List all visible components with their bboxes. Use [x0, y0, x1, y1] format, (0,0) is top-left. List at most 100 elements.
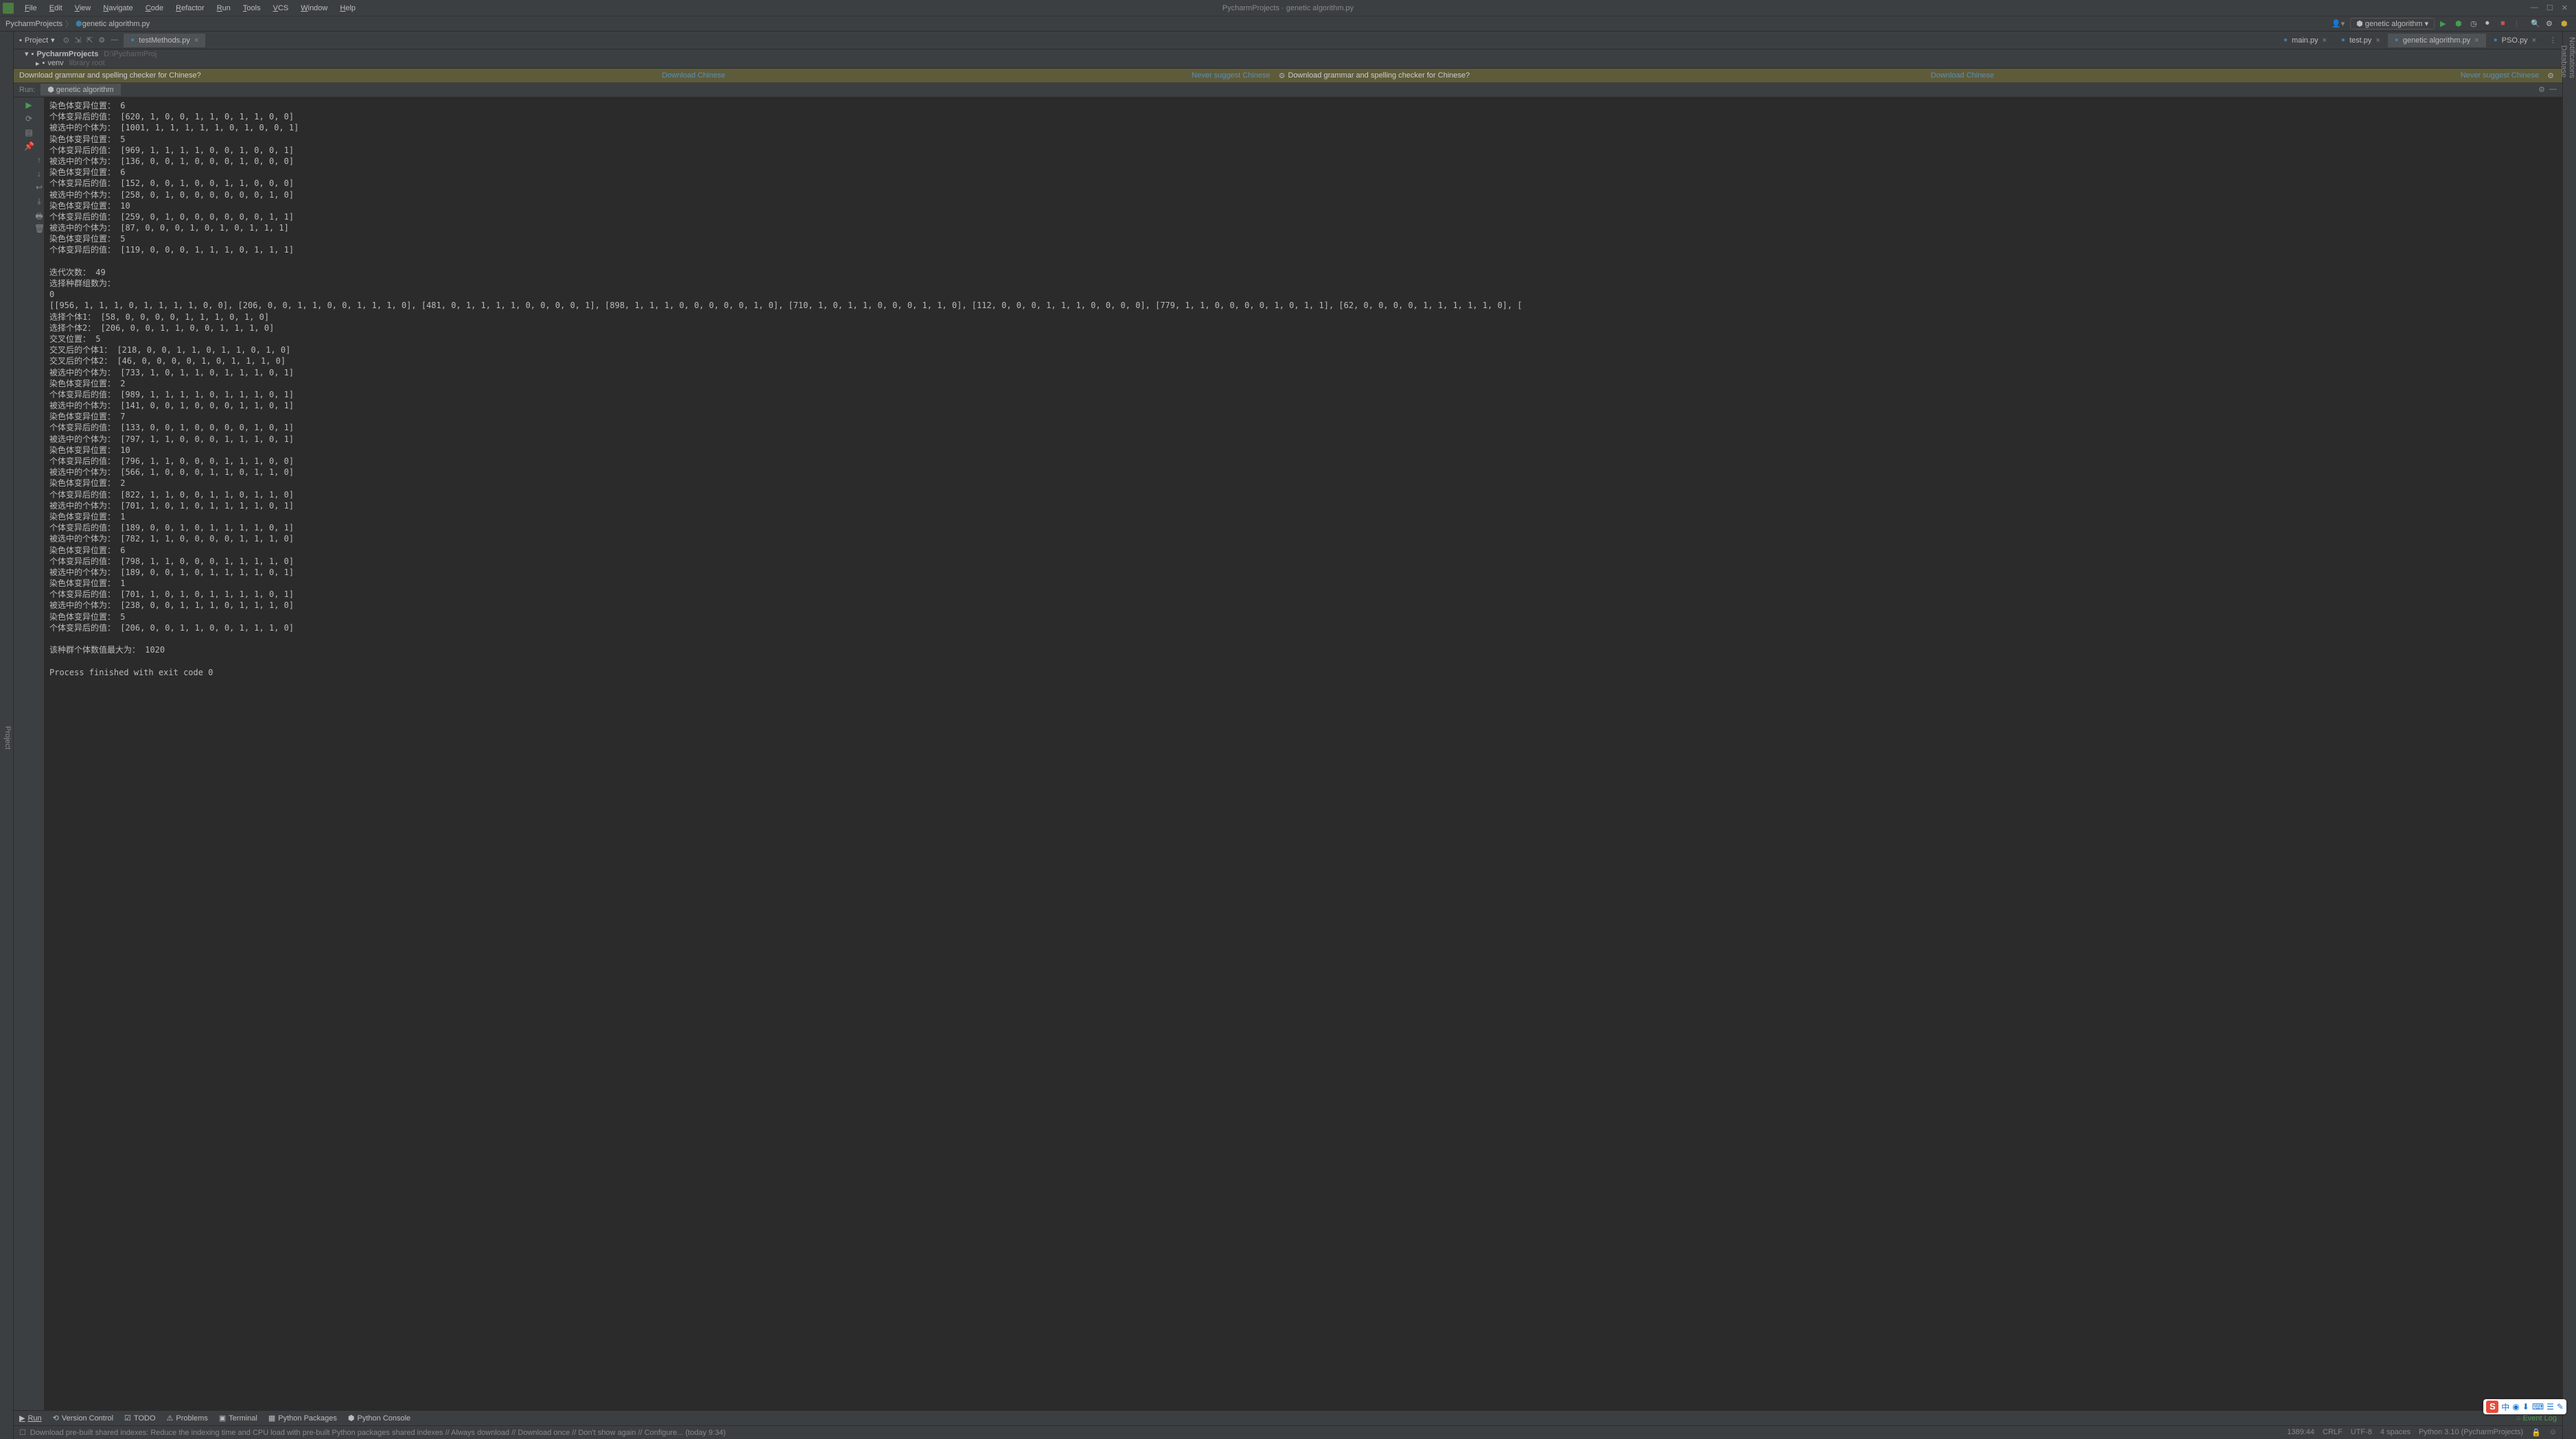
menu-tools[interactable]: Tools	[237, 3, 266, 14]
project-view-dropdown[interactable]: ▪ Project ▾	[14, 34, 60, 46]
lock-icon[interactable]: 🔒	[2531, 1428, 2541, 1437]
stop-icon[interactable]: ⟳	[24, 114, 34, 124]
tab-overflow-icon[interactable]: ⋮	[2544, 36, 2562, 45]
hide-icon[interactable]: —	[2549, 85, 2557, 94]
project-tool-tab[interactable]: Project	[2, 37, 13, 1439]
settings-icon[interactable]: ⚙	[98, 36, 105, 45]
tool-tab-version-control[interactable]: ⟲ Version Control	[53, 1414, 113, 1423]
ime-skin-icon[interactable]: ✎	[2557, 1402, 2564, 1412]
project-tree[interactable]: ▾▪PycharmProjectsD:\PycharmProj ▸▪venvli…	[14, 49, 2562, 69]
caret-position[interactable]: 1389:44	[2287, 1428, 2314, 1437]
minimize-icon[interactable]: —	[2531, 3, 2538, 12]
ime-voice-icon[interactable]: ⬇	[2522, 1402, 2529, 1412]
hide-icon[interactable]: —	[111, 36, 118, 45]
editor-tab[interactable]: testMethods.py×	[124, 34, 206, 47]
editor-tab[interactable]: test.py×	[2334, 34, 2388, 47]
gear-icon[interactable]: ⚙	[1276, 71, 1288, 80]
run-config-dropdown[interactable]: ⬢ genetic algorithm ▾	[2350, 18, 2435, 30]
chevron-down-icon[interactable]: ▾	[25, 49, 29, 58]
menu-file[interactable]: File	[19, 3, 43, 14]
ime-toolbar[interactable]: S 中 ◉ ⬇ ⌨ ☰ ✎	[2483, 1399, 2566, 1414]
up-icon[interactable]: ↑	[34, 155, 44, 165]
menu-code[interactable]: Code	[140, 3, 169, 14]
notifications-icon[interactable]: ⬢	[2561, 19, 2571, 29]
gear-icon[interactable]: ⚙	[2538, 85, 2545, 94]
close-icon[interactable]: ×	[2532, 36, 2536, 45]
close-icon[interactable]: ×	[2322, 36, 2326, 45]
tool-tab-python-packages[interactable]: ▦ Python Packages	[268, 1414, 337, 1423]
banner-download-link[interactable]: Download Chinese	[1925, 71, 1999, 80]
run-config-tab[interactable]: ⬢ genetic algorithm	[40, 84, 120, 95]
editor-tab[interactable]: PSO.py×	[2487, 34, 2544, 47]
soft-wrap-icon[interactable]: ↩	[34, 183, 44, 192]
indent[interactable]: 4 spaces	[2380, 1428, 2411, 1437]
tool-tab-run[interactable]: ▶ Run	[19, 1414, 42, 1423]
ime-keyboard-icon[interactable]: ⌨	[2532, 1402, 2544, 1412]
window-controls: — ☐ ✕	[2531, 3, 2573, 12]
coverage-icon[interactable]: ◷	[2470, 19, 2480, 29]
menu-view[interactable]: View	[69, 3, 97, 14]
menu-help[interactable]: Help	[334, 3, 361, 14]
expand-all-icon[interactable]: ⇲	[75, 36, 81, 45]
collapse-all-icon[interactable]: ⇱	[86, 36, 93, 45]
profile-icon[interactable]: ⏺	[2485, 19, 2495, 29]
title-bar: FileEditViewNavigateCodeRefactorRunTools…	[0, 0, 2576, 16]
close-icon[interactable]: ×	[2474, 36, 2479, 45]
settings-icon[interactable]: ⚙	[2546, 19, 2555, 29]
left-gutter: Project Bookmarks Structure	[0, 32, 14, 1439]
print-icon[interactable]: 🖶	[34, 210, 44, 220]
close-icon[interactable]: ×	[2376, 36, 2380, 45]
layout-icon[interactable]: ▤	[24, 128, 34, 137]
bookmarks-tool-tab[interactable]: Bookmarks	[0, 37, 2, 1439]
menu-vcs[interactable]: VCS	[268, 3, 294, 14]
close-icon[interactable]: ×	[194, 36, 198, 45]
tool-tab-python-console[interactable]: ⬢ Python Console	[348, 1414, 410, 1423]
venv-folder[interactable]: venv	[47, 59, 63, 67]
editor-tab[interactable]: main.py×	[2277, 34, 2334, 47]
file-encoding[interactable]: UTF-8	[2351, 1428, 2372, 1437]
down-icon[interactable]: ↓	[34, 169, 44, 178]
python-interpreter[interactable]: Python 3.10 (PycharmProjects)	[2419, 1428, 2523, 1437]
console-output[interactable]: 染色体变异位置： 6 个体变异后的值： [620, 1, 0, 0, 1, 1,…	[44, 97, 2562, 1410]
event-log-tab[interactable]: ○ Event Log	[2516, 1414, 2557, 1423]
select-opened-icon[interactable]: ⊙	[63, 36, 69, 45]
ime-logo-icon[interactable]: S	[2486, 1401, 2498, 1413]
ime-lang[interactable]: 中	[2501, 1401, 2509, 1413]
inspect-icon[interactable]: ☺	[2549, 1428, 2557, 1437]
menu-window[interactable]: Window	[295, 3, 333, 14]
tool-tab-problems[interactable]: ⚠ Problems	[167, 1414, 208, 1423]
menu-run[interactable]: Run	[211, 3, 236, 14]
menu-refactor[interactable]: Refactor	[170, 3, 210, 14]
database-tool-tab[interactable]: Database	[2560, 45, 2568, 1439]
chevron-right-icon[interactable]: ▸	[36, 59, 40, 68]
maximize-icon[interactable]: ☐	[2546, 3, 2553, 12]
gear-icon[interactable]: ⚙	[2544, 71, 2557, 80]
tool-tab-icon: ⬢	[348, 1414, 355, 1423]
ime-punct-icon[interactable]: ◉	[2512, 1402, 2519, 1412]
editor-tab[interactable]: genetic algorithm.py×	[2388, 34, 2487, 47]
menu-edit[interactable]: Edit	[44, 3, 68, 14]
pin-icon[interactable]: 📌	[24, 141, 34, 151]
line-separator[interactable]: CRLF	[2323, 1428, 2343, 1437]
notifications-tool-tab[interactable]: Notifications	[2568, 37, 2576, 1439]
tool-tab-terminal[interactable]: ▣ Terminal	[219, 1414, 257, 1423]
banner-never-link[interactable]: Never suggest Chinese	[2455, 71, 2544, 80]
tool-tab-todo[interactable]: ☑ TODO	[124, 1414, 155, 1423]
status-icon[interactable]: ☐	[19, 1428, 26, 1437]
stop-icon[interactable]: ■	[2500, 19, 2510, 29]
clear-icon[interactable]: 🗑	[34, 224, 44, 233]
breadcrumb-file[interactable]: genetic algorithm.py	[82, 20, 150, 28]
ime-menu-icon[interactable]: ☰	[2546, 1402, 2554, 1412]
rerun-icon[interactable]: ▶	[24, 100, 34, 110]
run-icon[interactable]: ▶	[2440, 19, 2450, 29]
search-icon[interactable]: 🔍	[2531, 19, 2540, 29]
debug-icon[interactable]: ⬢	[2455, 19, 2465, 29]
scroll-end-icon[interactable]: ⤓	[34, 196, 44, 206]
menu-navigate[interactable]: Navigate	[97, 3, 138, 14]
project-root[interactable]: PycharmProjects	[36, 50, 98, 58]
user-icon[interactable]: 👤▾	[2332, 19, 2345, 28]
breadcrumb-root[interactable]: PycharmProjects	[5, 20, 62, 28]
close-icon[interactable]: ✕	[2562, 3, 2568, 12]
banner-never-link[interactable]: Never suggest Chinese	[1186, 71, 1275, 80]
banner-download-link[interactable]: Download Chinese	[656, 71, 730, 80]
